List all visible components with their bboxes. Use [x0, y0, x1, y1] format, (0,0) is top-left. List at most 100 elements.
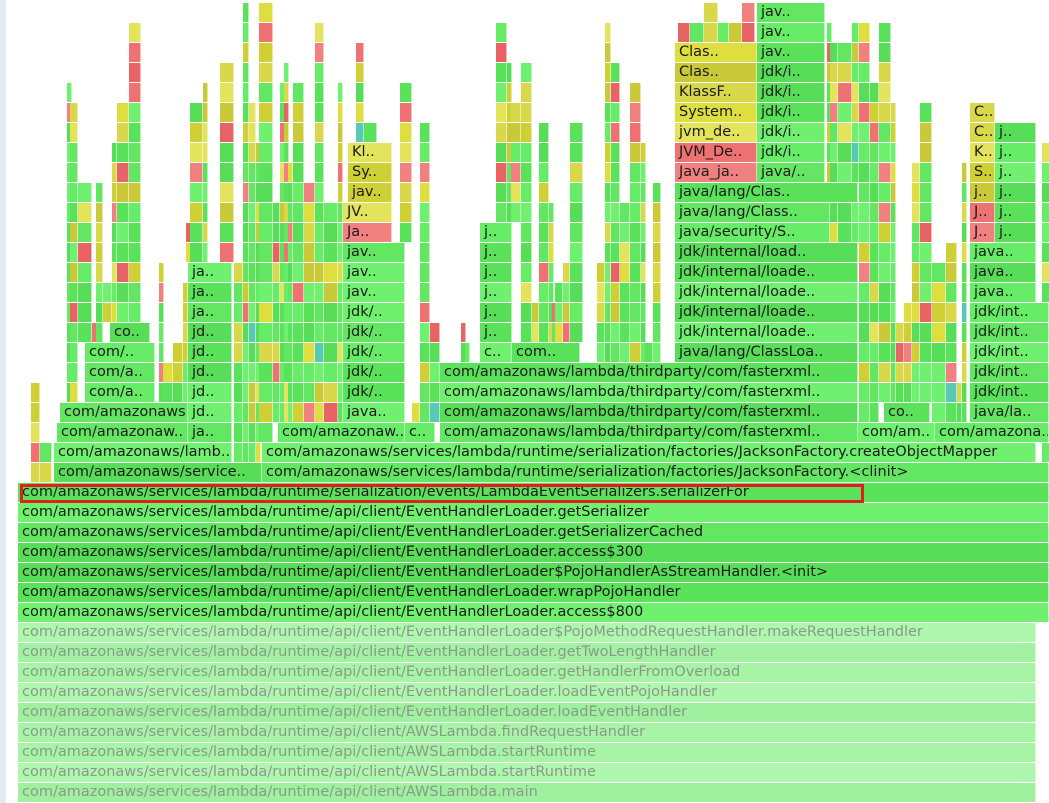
flame-frame-narrow[interactable]	[249, 343, 256, 362]
flame-frame-narrow[interactable]	[420, 323, 430, 342]
flame-frame-narrow[interactable]	[234, 263, 243, 282]
flame-frame-narrow[interactable]	[78, 243, 92, 262]
flame-frame-narrow[interactable]	[641, 243, 646, 262]
flame-frame-narrow[interactable]	[70, 163, 78, 182]
flame-frame-narrow[interactable]	[630, 183, 641, 202]
flame-frame-narrow[interactable]	[932, 303, 946, 322]
flame-frame-narrow[interactable]	[859, 123, 870, 142]
flame-frame-narrow[interactable]	[879, 203, 891, 222]
flame-frame-narrow[interactable]	[946, 383, 957, 402]
flame-frame-narrow[interactable]	[430, 383, 440, 402]
flame-frame-narrow[interactable]	[293, 103, 304, 122]
flame-frame-narrow[interactable]	[293, 83, 304, 102]
flame-frame-narrow[interactable]	[946, 263, 957, 282]
stack-frame-faded[interactable]: com/amazonaws/services/lambda/runtime/ap…	[18, 743, 1036, 762]
flame-frame[interactable]: jdk/int..	[970, 363, 1049, 382]
flame-frame-narrow[interactable]	[570, 323, 583, 342]
flame-frame-narrow[interactable]	[896, 363, 904, 382]
flame-frame-narrow[interactable]	[1042, 163, 1049, 182]
flame-frame-narrow[interactable]	[570, 263, 583, 282]
flame-frame-narrow[interactable]	[249, 243, 256, 262]
flame-frame[interactable]: Java_ja..	[675, 163, 757, 182]
flame-frame-narrow[interactable]	[163, 383, 173, 402]
flame-frame-narrow[interactable]	[641, 143, 646, 162]
flame-frame-narrow[interactable]	[96, 183, 103, 202]
flame-frame-narrow[interactable]	[859, 143, 870, 162]
flame-frame-narrow[interactable]	[611, 243, 620, 262]
flame-frame-narrow[interactable]	[234, 363, 243, 382]
flame-frame-narrow[interactable]	[830, 163, 838, 182]
flame-frame-narrow[interactable]	[364, 123, 377, 142]
flame-frame[interactable]: jdk/..	[343, 363, 405, 382]
flame-frame-narrow[interactable]	[70, 283, 78, 302]
flame-frame-narrow[interactable]	[729, 23, 742, 42]
flame-frame-narrow[interactable]	[852, 103, 859, 122]
flame-frame-narrow[interactable]	[641, 203, 646, 222]
flame-frame[interactable]: jav..	[343, 263, 405, 282]
flame-frame-narrow[interactable]	[293, 323, 304, 342]
flame-frame-narrow[interactable]	[641, 323, 646, 342]
flame-frame-narrow[interactable]	[912, 323, 920, 342]
flame-frame-narrow[interactable]	[507, 63, 512, 82]
flame-frame-narrow[interactable]	[190, 163, 203, 182]
flame-frame[interactable]: c..	[405, 423, 435, 442]
flame-frame[interactable]: System..	[675, 103, 757, 122]
flame-frame-narrow[interactable]	[879, 23, 891, 42]
flame-frame-narrow[interactable]	[293, 343, 304, 362]
flame-frame-narrow[interactable]	[563, 263, 570, 282]
flame-frame-narrow[interactable]	[852, 23, 859, 42]
flame-frame-narrow[interactable]	[259, 223, 273, 242]
flame-frame[interactable]: jdk/..	[343, 323, 405, 342]
flame-frame[interactable]: com/amazonaws/lambda/thirdparty/com/fast…	[440, 383, 858, 402]
flame-frame[interactable]: Ja..	[343, 223, 392, 242]
flame-frame-narrow[interactable]	[1042, 223, 1049, 242]
flame-frame-narrow[interactable]	[234, 283, 243, 302]
flame-frame-narrow[interactable]	[641, 183, 646, 202]
flame-frame-narrow[interactable]	[549, 283, 554, 302]
flame-frame-narrow[interactable]	[304, 343, 315, 362]
flame-frame-narrow[interactable]	[70, 203, 78, 222]
flame-frame-narrow[interactable]	[920, 223, 932, 242]
flame-frame[interactable]: jd..	[188, 323, 232, 342]
flame-frame[interactable]: jdk/internal/load..	[675, 243, 858, 262]
flame-frame-narrow[interactable]	[496, 63, 507, 82]
flame-frame-narrow[interactable]	[234, 343, 243, 362]
flame-frame-narrow[interactable]	[356, 43, 364, 62]
flame-frame-narrow[interactable]	[284, 123, 289, 142]
flame-frame-narrow[interactable]	[249, 443, 256, 462]
flame-frame-narrow[interactable]	[653, 283, 661, 302]
flame-frame-narrow[interactable]	[630, 203, 641, 222]
flame-frame-narrow[interactable]	[870, 243, 879, 262]
flame-frame-narrow[interactable]	[1042, 283, 1049, 302]
flame-frame-narrow[interactable]	[870, 223, 879, 242]
flame-frame-narrow[interactable]	[259, 23, 273, 42]
flame-frame-narrow[interactable]	[678, 23, 690, 42]
flame-frame-narrow[interactable]	[920, 163, 932, 182]
flame-frame-narrow[interactable]	[220, 143, 234, 162]
flame-frame-narrow[interactable]	[40, 443, 52, 462]
flame-frame-narrow[interactable]	[962, 223, 967, 242]
flame-frame-narrow[interactable]	[521, 143, 532, 162]
flame-frame-narrow[interactable]	[879, 243, 891, 262]
flame-frame-narrow[interactable]	[190, 103, 203, 122]
flame-frame[interactable]: jdk/i..	[757, 63, 825, 82]
flame-frame-narrow[interactable]	[511, 143, 521, 162]
flame-frame-narrow[interactable]	[220, 163, 234, 182]
flame-frame-narrow[interactable]	[249, 303, 256, 322]
flame-frame[interactable]: J..	[970, 203, 995, 222]
flame-frame-narrow[interactable]	[912, 243, 920, 262]
flame-frame-narrow[interactable]	[896, 343, 904, 362]
flame-frame-narrow[interactable]	[859, 183, 870, 202]
flame-frame-narrow[interactable]	[117, 183, 129, 202]
flame-frame-narrow[interactable]	[630, 343, 641, 362]
flame-frame-narrow[interactable]	[249, 363, 256, 382]
flame-frame-narrow[interactable]	[891, 163, 896, 182]
flame-frame-narrow[interactable]	[129, 43, 141, 62]
flame-frame[interactable]: com/amazonaws/lambda/thirdparty/com/fast…	[440, 403, 858, 422]
flame-frame-narrow[interactable]	[315, 283, 324, 302]
flame-frame-narrow[interactable]	[690, 23, 704, 42]
flame-frame-narrow[interactable]	[946, 343, 957, 362]
flame-frame-narrow[interactable]	[324, 323, 338, 342]
flame-frame-narrow[interactable]	[338, 123, 343, 142]
flame-frame-narrow[interactable]	[920, 183, 932, 202]
